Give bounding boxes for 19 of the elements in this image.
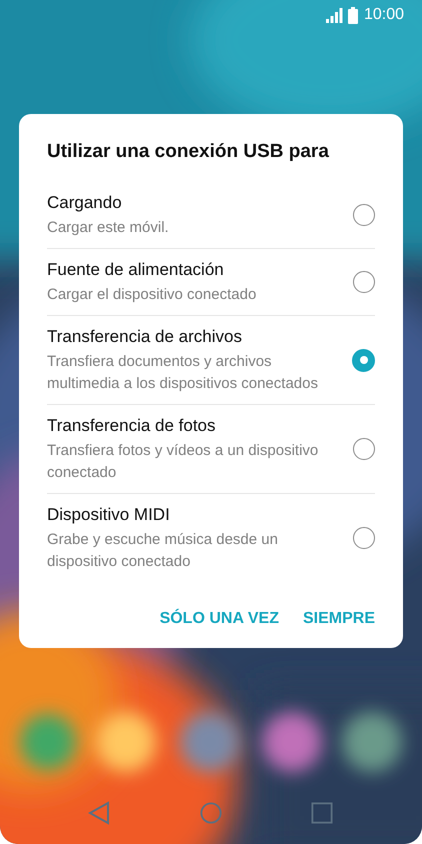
option-title[interactable]: Transferencia de fotos xyxy=(47,414,329,438)
dialog-title: Utilizar una conexión USB para xyxy=(47,140,330,164)
option-description: Cargar este móvil. xyxy=(47,218,170,238)
option-title[interactable]: Dispositivo MIDI xyxy=(47,503,329,527)
radio-button[interactable] xyxy=(353,527,375,549)
option-description: Cargar el dispositivo conectado xyxy=(47,285,258,305)
radio-button[interactable] xyxy=(353,204,375,226)
option-title[interactable]: Transferencia de archivos xyxy=(47,325,328,349)
radio-button[interactable] xyxy=(353,271,375,293)
signal-icon xyxy=(326,8,343,22)
option-description: Transfiera fotos y vídeos a un dispositivo conectado xyxy=(47,441,320,483)
option-description: Transfiera documentos y archivos multimedia a los dispositivos conectados xyxy=(47,352,319,394)
radio-button[interactable] xyxy=(352,348,375,372)
option-title[interactable]: Fuente de alimentación xyxy=(47,258,329,282)
clock-time: 10:00 xyxy=(364,6,404,24)
recents-icon[interactable] xyxy=(311,801,333,825)
radio-button[interactable] xyxy=(353,438,375,460)
option-description: Grabe y escuche música desde un dispositivo conectado xyxy=(47,530,279,572)
option-title[interactable]: Cargando xyxy=(47,191,329,215)
